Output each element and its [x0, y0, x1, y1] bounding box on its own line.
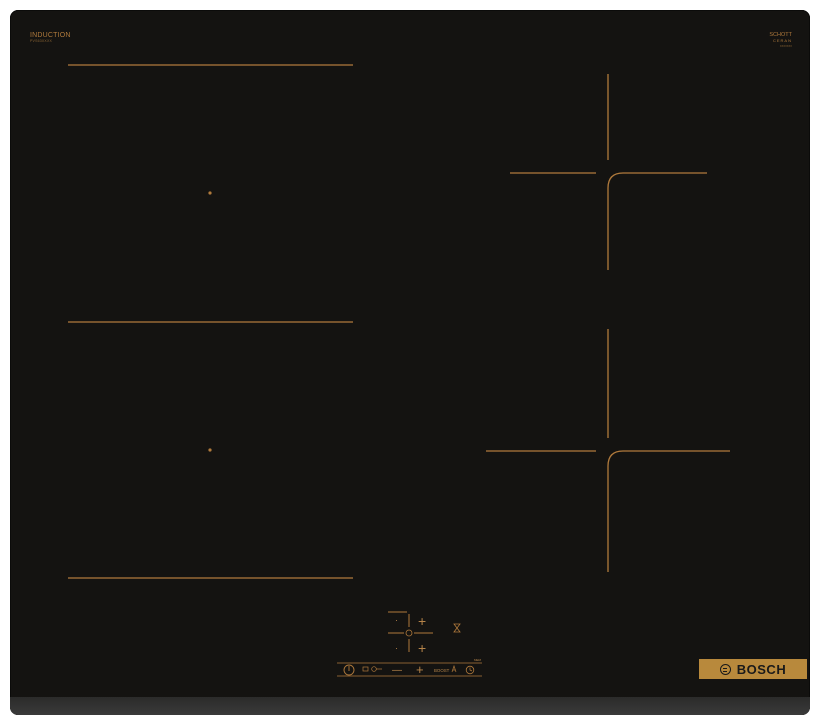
minus-button[interactable]: —	[392, 665, 402, 676]
plus-button-bottom[interactable]: +	[418, 640, 426, 656]
induction-cooktop: INDUCTION PVS63XXXX SCHOTT CERAN XXXXXXX…	[10, 10, 810, 715]
plus-button-top[interactable]: +	[418, 613, 426, 629]
right-lower-corner	[607, 450, 730, 572]
left-zone-lower-dot	[208, 448, 212, 452]
cooking-zone-markings: · + · + MEM — + BOOST	[68, 64, 730, 677]
clock-icon[interactable]	[405, 629, 413, 637]
bosch-logo-badge: BOSCH	[699, 659, 807, 679]
boost-button[interactable]: BOOST	[434, 668, 450, 673]
boost-icon[interactable]	[451, 664, 457, 673]
hourglass-icon[interactable]	[453, 623, 461, 633]
small-row-label: MEM	[474, 658, 482, 662]
timer-dot-top[interactable]: ·	[395, 615, 398, 625]
brand-name: BOSCH	[736, 661, 787, 677]
right-upper-corner	[607, 172, 707, 270]
plus-button-row[interactable]: +	[416, 662, 424, 677]
left-zone-upper-dot	[208, 191, 212, 195]
lock-icon[interactable]	[362, 666, 382, 672]
timer-icon-hands	[469, 667, 473, 672]
bosch-logo-icon	[719, 663, 731, 675]
control-panel: · + · + MEM — + BOOST	[337, 611, 482, 677]
timer-dot-bottom[interactable]: ·	[395, 643, 398, 653]
cooktop-frame-edge	[10, 697, 810, 715]
